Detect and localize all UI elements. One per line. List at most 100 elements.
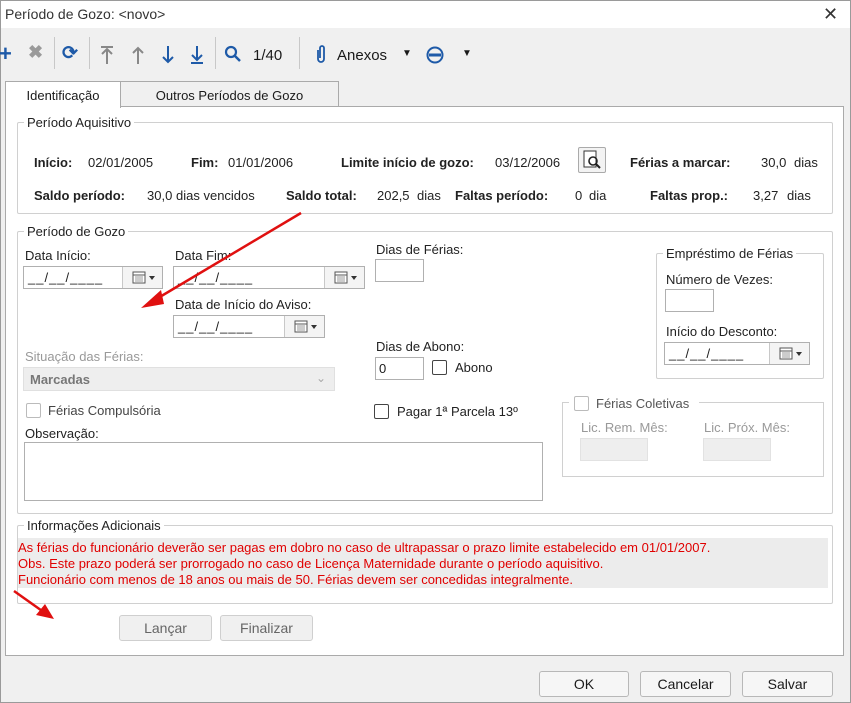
- record-counter: 1/40: [253, 47, 283, 64]
- tab-outros-periodos[interactable]: Outros Períodos de Gozo: [120, 81, 339, 107]
- inicio-value: 02/01/2005: [88, 155, 154, 170]
- title-bar: Período de Gozo: <novo> ✕: [1, 1, 850, 28]
- data-inicio-label: Data Início:: [25, 248, 91, 263]
- calendar-icon: [132, 271, 155, 284]
- tab-label: Outros Períodos de Gozo: [155, 88, 304, 103]
- compulsoria-label: Férias Compulsória: [48, 403, 161, 418]
- faltas-prop-label: Faltas prop.:: [650, 188, 729, 203]
- lic-prox-input[interactable]: [703, 438, 771, 461]
- data-aviso-field[interactable]: __/__/____: [173, 315, 325, 338]
- data-inicio-value: __/__/____: [28, 270, 104, 285]
- lancar-button[interactable]: Lançar: [119, 615, 212, 641]
- abono-label: Abono: [455, 360, 493, 375]
- info-line: Funcionário com menos de 18 anos ou mais…: [18, 572, 573, 587]
- chevron-down-icon[interactable]: ▼: [462, 48, 472, 59]
- pagar-parcela-label: Pagar 1ª Parcela 13º: [397, 404, 518, 419]
- abono-checkbox[interactable]: [432, 360, 447, 375]
- next-record-icon[interactable]: [160, 45, 176, 65]
- ferias-coletivas-label: Férias Coletivas: [596, 396, 690, 411]
- dias-ferias-label: Dias de Férias:: [376, 242, 464, 257]
- data-inicio-field[interactable]: __/__/____: [23, 266, 163, 289]
- calendar-dropdown-button[interactable]: [324, 267, 364, 288]
- group-legend: Período Aquisitivo: [27, 115, 132, 130]
- first-record-icon[interactable]: [99, 45, 115, 65]
- data-fim-label: Data Fim:: [175, 248, 232, 263]
- dias-abono-value: 0: [379, 361, 387, 376]
- lic-rem-label: Lic. Rem. Mês:: [581, 420, 668, 435]
- tab-label: Identificação: [26, 88, 100, 103]
- faltas-periodo-value: 0: [575, 188, 583, 203]
- situacao-value: Marcadas: [30, 372, 90, 387]
- chevron-down-icon[interactable]: ▼: [402, 48, 412, 59]
- limite-label: Limite início de gozo:: [341, 155, 474, 170]
- data-aviso-label: Data de Início do Aviso:: [175, 297, 312, 312]
- info-line: Obs. Este prazo poderá ser prorrogado no…: [18, 556, 604, 571]
- last-record-icon[interactable]: [189, 45, 205, 65]
- fim-label: Fim:: [191, 155, 219, 170]
- faltas-periodo-unit: dia: [589, 188, 607, 203]
- cancel-button[interactable]: Cancelar: [640, 671, 731, 697]
- attachments-button[interactable]: Anexos: [337, 47, 387, 64]
- pagar-parcela-checkbox[interactable]: [374, 404, 389, 419]
- saldo-total-unit: dias: [417, 188, 441, 203]
- previous-record-icon[interactable]: [130, 45, 146, 65]
- add-icon[interactable]: +: [0, 41, 12, 67]
- delete-icon[interactable]: ✖: [28, 42, 43, 63]
- tab-identificacao[interactable]: Identificação: [5, 81, 121, 108]
- inicio-label: Início:: [34, 155, 73, 170]
- dias-abono-input[interactable]: 0: [375, 357, 424, 380]
- calendar-icon: [294, 320, 317, 333]
- group-legend: Período de Gozo: [27, 224, 126, 239]
- saldo-periodo-label: Saldo período:: [34, 188, 125, 203]
- inicio-desconto-value: __/__/____: [669, 346, 745, 361]
- window-title: Período de Gozo: <novo>: [5, 6, 166, 22]
- numero-vezes-input[interactable]: [665, 289, 714, 312]
- faltas-prop-unit: dias: [787, 188, 811, 203]
- dias-abono-label: Dias de Abono:: [376, 339, 465, 354]
- calendar-dropdown-button[interactable]: [769, 343, 809, 364]
- data-aviso-value: __/__/____: [178, 319, 254, 334]
- compulsoria-checkbox[interactable]: [26, 403, 41, 418]
- document-search-icon: [583, 150, 601, 169]
- inicio-desconto-field[interactable]: __/__/____: [664, 342, 810, 365]
- saldo-total-label: Saldo total:: [286, 188, 357, 203]
- fim-value: 01/01/2006: [228, 155, 294, 170]
- lic-prox-label: Lic. Próx. Mês:: [704, 420, 790, 435]
- saldo-total-value: 202,5: [377, 188, 410, 203]
- close-icon[interactable]: ✕: [823, 4, 838, 25]
- ok-button[interactable]: OK: [539, 671, 629, 697]
- refresh-icon[interactable]: ⟳: [62, 42, 78, 65]
- limite-value: 03/12/2006: [495, 155, 561, 170]
- calendar-dropdown-button[interactable]: [284, 316, 324, 337]
- ferias-marcar-label: Férias a marcar:: [630, 155, 731, 170]
- options-icon[interactable]: [426, 46, 444, 64]
- situacao-label: Situação das Férias:: [25, 349, 144, 364]
- faltas-periodo-label: Faltas período:: [455, 188, 549, 203]
- saldo-periodo-value: 30,0: [147, 188, 173, 203]
- observacao-textarea[interactable]: [24, 442, 543, 501]
- saldo-periodo-unit: dias vencidos: [176, 188, 255, 203]
- inicio-desconto-label: Início do Desconto:: [666, 324, 778, 339]
- data-fim-value: __/__/____: [178, 270, 254, 285]
- numero-vezes-label: Número de Vezes:: [666, 272, 773, 287]
- calendar-icon: [334, 271, 357, 284]
- calendar-icon: [779, 347, 802, 360]
- save-button[interactable]: Salvar: [742, 671, 833, 697]
- paperclip-icon[interactable]: [315, 44, 327, 64]
- ferias-coletivas-checkbox[interactable]: [574, 396, 589, 411]
- group-legend: Empréstimo de Férias: [666, 246, 794, 261]
- observacao-label: Observação:: [25, 426, 99, 441]
- info-line: As férias do funcionário deverão ser pag…: [18, 540, 711, 555]
- limite-lookup-button[interactable]: [578, 147, 606, 173]
- data-fim-field[interactable]: __/__/____: [173, 266, 365, 289]
- finalizar-button[interactable]: Finalizar: [220, 615, 313, 641]
- ferias-marcar-unit: dias: [794, 155, 818, 170]
- dias-ferias-input[interactable]: [375, 259, 424, 282]
- group-legend: Informações Adicionais: [27, 518, 161, 533]
- chevron-down-icon: ⌄: [316, 371, 327, 385]
- search-icon[interactable]: [224, 45, 242, 63]
- situacao-select[interactable]: Marcadas ⌄: [23, 367, 335, 391]
- calendar-dropdown-button[interactable]: [122, 267, 162, 288]
- ferias-marcar-value: 30,0: [761, 155, 787, 170]
- lic-rem-input[interactable]: [580, 438, 648, 461]
